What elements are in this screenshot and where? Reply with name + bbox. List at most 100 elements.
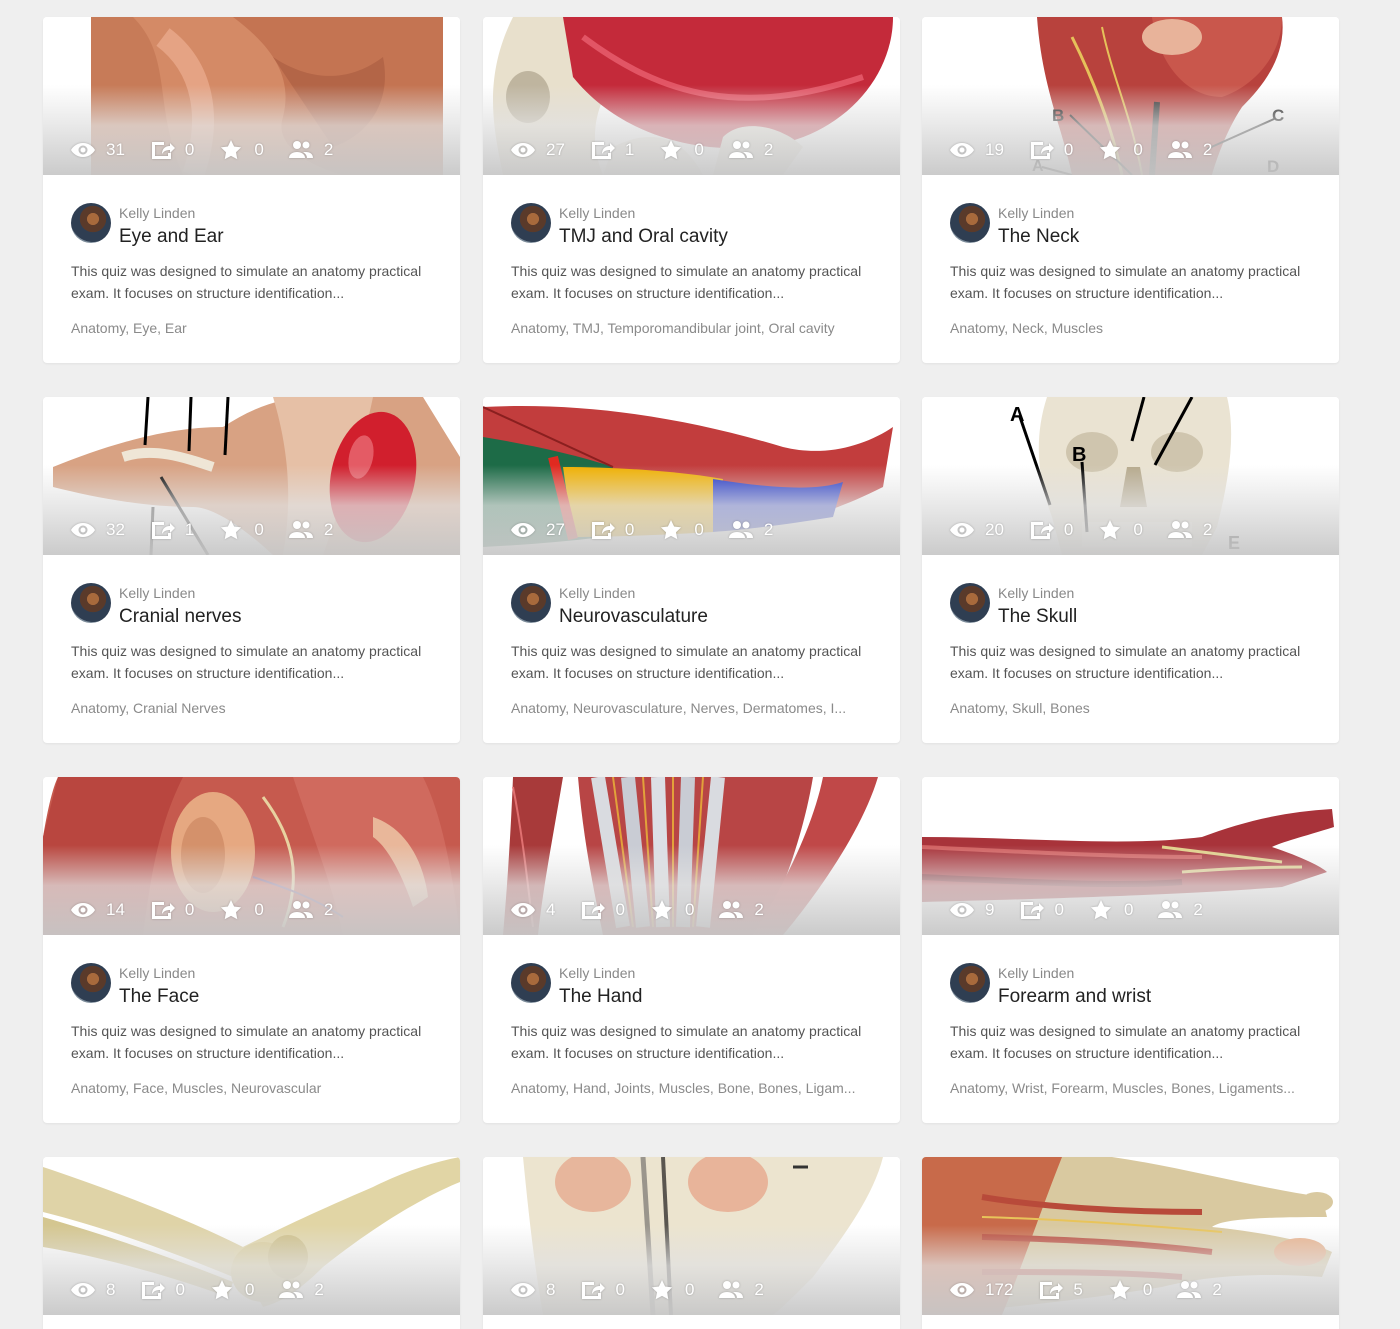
stars-count: 0 [1133,520,1143,539]
members-count: 2 [1212,1280,1222,1299]
stats-bar: 27 0 0 2 [510,517,797,543]
shares-stat: 1 [149,519,194,541]
quiz-tags: Anatomy, Neurovasculature, Nerves, Derma… [511,700,847,716]
star-icon [211,1280,233,1300]
share-icon [1030,522,1054,539]
quiz-thumbnail[interactable]: A B E 20 0 0 2 [922,397,1339,555]
stats-bar: 172 5 0 2 [949,1277,1246,1303]
quiz-thumbnail[interactable]: 27 1 0 2 [483,17,900,175]
members-stat: 2 [1157,899,1203,921]
star-icon [221,520,242,540]
stars-count: 0 [254,900,264,919]
quiz-thumbnail[interactable]: 8 0 0 2 [483,1157,900,1315]
shares-stat: 0 [589,519,634,541]
quiz-card[interactable]: 14 0 0 2 Kelly Linden The Face This quiz… [43,777,460,1123]
quiz-info: Kelly Linden Forearm and wrist This quiz… [950,963,1315,1097]
stars-count: 0 [684,1280,695,1299]
shares-count: 5 [1073,1280,1083,1299]
quiz-tags: Anatomy, Skull, Bones [950,700,1090,716]
quiz-title[interactable]: Forearm and wrist [998,984,1151,1010]
quiz-tags: Anatomy, TMJ, Temporomandibular joint, O… [511,320,835,336]
quiz-card[interactable]: 8 0 0 2 [483,1157,900,1329]
author-name[interactable]: Kelly Linden [119,964,199,982]
members-count: 2 [1202,520,1213,539]
quiz-card[interactable]: 4 0 0 2 Kelly Linden The Hand This quiz … [483,777,900,1123]
star-icon [1100,520,1121,540]
quiz-card[interactable]: 27 1 0 2 Kelly Linden TMJ and Oral cavit… [483,17,900,363]
avatar[interactable] [71,583,111,623]
quiz-thumbnail[interactable]: 172 5 0 2 [922,1157,1339,1315]
avatar[interactable] [71,203,111,243]
quiz-card[interactable]: 9 0 0 2 Kelly Linden Forearm and wrist T… [922,777,1339,1123]
author-name[interactable]: Kelly Linden [559,964,642,982]
share-icon [142,1282,166,1299]
quiz-tags: Anatomy, Eye, Ear [71,320,187,336]
avatar[interactable] [511,583,551,623]
stars-stat: 0 [218,519,264,541]
shares-stat: 5 [1037,1279,1083,1301]
group-icon [728,521,753,538]
group-icon [1167,141,1192,158]
shares-count: 0 [624,520,635,539]
quiz-thumbnail[interactable]: 9 0 0 2 [922,777,1339,935]
avatar[interactable] [511,963,551,1003]
avatar[interactable] [950,583,990,623]
stars-stat: 0 [1088,899,1133,921]
quiz-card[interactable]: 172 5 0 2 [922,1157,1339,1329]
author-name[interactable]: Kelly Linden [119,204,224,222]
quiz-tags: Anatomy, Hand, Joints, Muscles, Bone, Bo… [511,1080,856,1096]
quiz-thumbnail[interactable]: 32 1 0 2 [43,397,460,555]
members-count: 2 [314,1280,324,1299]
quiz-title[interactable]: The Face [119,984,199,1010]
views-stat: 31 [70,139,125,161]
quiz-title[interactable]: Eye and Ear [119,224,224,250]
star-icon [1109,1280,1130,1300]
avatar[interactable] [511,203,551,243]
quiz-card[interactable]: 32 1 0 2 Kelly Linden Cranial nerves Thi… [43,397,460,743]
stars-count: 0 [254,140,264,159]
avatar[interactable] [950,203,990,243]
author-name[interactable]: Kelly Linden [559,584,708,602]
stars-stat: 0 [649,1279,694,1301]
quiz-thumbnail[interactable]: 4 0 0 2 [483,777,900,935]
star-icon [651,900,673,920]
author-name[interactable]: Kelly Linden [998,584,1077,602]
shares-count: 0 [615,1280,625,1299]
quiz-title[interactable]: The Skull [998,604,1077,630]
quiz-tags: Anatomy, Wrist, Forearm, Muscles, Bones,… [950,1080,1295,1096]
members-count: 2 [763,520,774,539]
group-icon [1167,521,1192,538]
quiz-card[interactable]: 27 0 0 2 Kelly Linden Neurovasculature T… [483,397,900,743]
members-stat: 2 [728,139,773,161]
quiz-title[interactable]: The Hand [559,984,642,1010]
group-icon [719,1281,744,1298]
quiz-title[interactable]: Neurovasculature [559,604,708,630]
views-count: 19 [985,140,1004,159]
quiz-title[interactable]: The Neck [998,224,1079,250]
avatar[interactable] [71,963,111,1003]
quiz-title[interactable]: Cranial nerves [119,604,242,630]
quiz-card[interactable]: 8 0 0 2 [43,1157,460,1329]
avatar[interactable] [950,963,990,1003]
author-name[interactable]: Kelly Linden [998,964,1151,982]
author-name[interactable]: Kelly Linden [998,204,1079,222]
stats-bar: 31 0 0 2 [70,137,357,163]
views-stat: 27 [510,139,565,161]
eye-icon [950,523,974,537]
quiz-thumbnail[interactable]: 14 0 0 2 [43,777,460,935]
quiz-thumbnail[interactable]: 8 0 0 2 [43,1157,460,1315]
author-name[interactable]: Kelly Linden [559,204,728,222]
stats-bar: 9 0 0 2 [949,897,1227,923]
quiz-thumbnail[interactable]: 31 0 0 2 [43,17,460,175]
quiz-card[interactable]: 31 0 0 2 Kelly Linden Eye and Ear This q… [43,17,460,363]
quiz-card[interactable]: B C A D 19 0 0 2 Kelly Linden The Neck T… [922,17,1339,363]
author-name[interactable]: Kelly Linden [119,584,242,602]
star-icon [221,900,242,920]
quiz-info: Kelly Linden Neurovasculature This quiz … [511,583,876,717]
quiz-thumbnail[interactable]: B C A D 19 0 0 2 [922,17,1339,175]
quiz-card[interactable]: A B E 20 0 0 2 Kelly Linden The Skull Th… [922,397,1339,743]
quiz-title[interactable]: TMJ and Oral cavity [559,224,728,250]
members-count: 2 [754,1280,764,1299]
quiz-thumbnail[interactable]: 27 0 0 2 [483,397,900,555]
stats-bar: 4 0 0 2 [510,897,788,923]
